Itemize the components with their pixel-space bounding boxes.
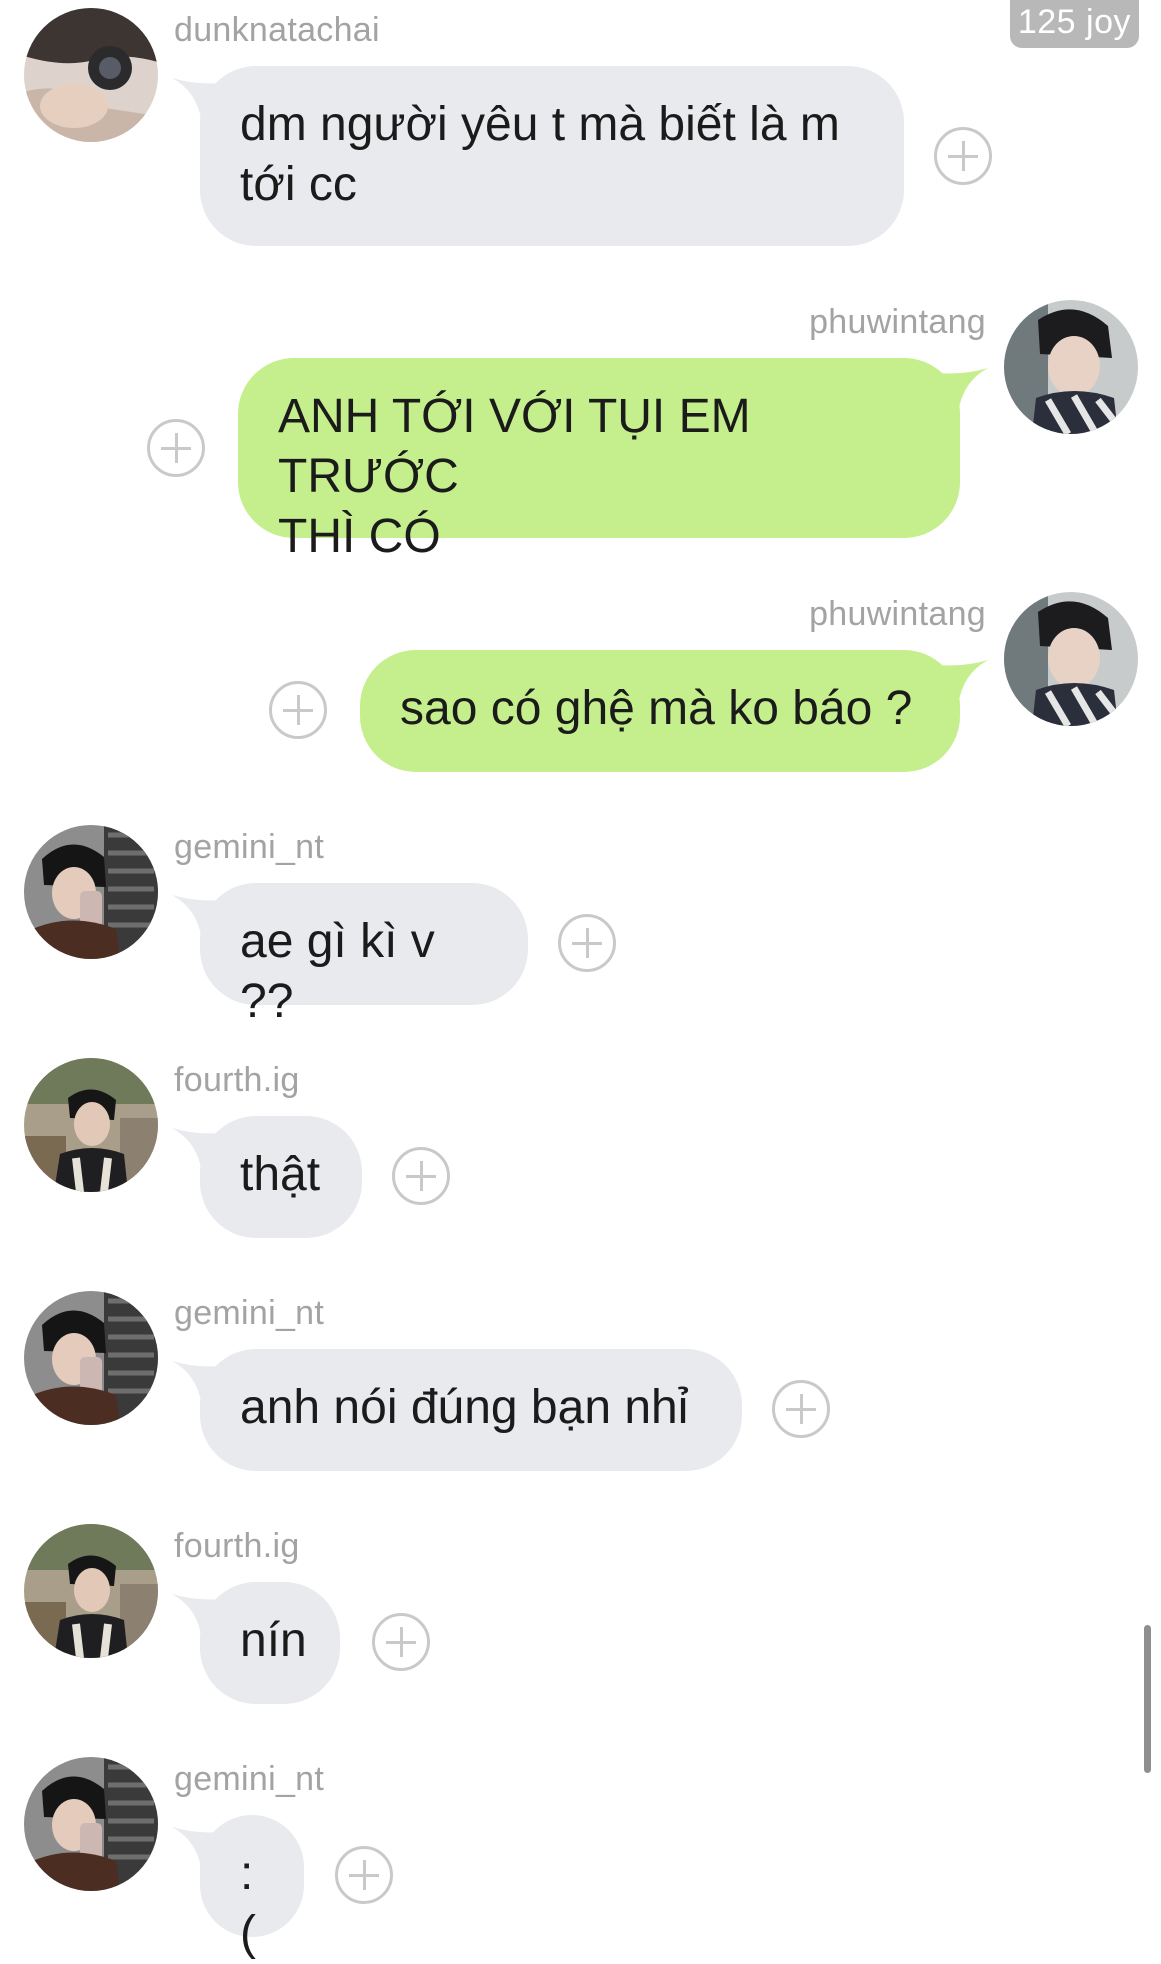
message-bubble[interactable]: thật: [200, 1116, 362, 1238]
phuwintang-avatar[interactable]: [1004, 300, 1138, 434]
message-bubble[interactable]: :(: [200, 1815, 304, 1960]
phuwintang-avatar[interactable]: [1004, 592, 1138, 726]
scrollbar[interactable]: [1144, 1625, 1151, 1773]
gemini-nt-avatar[interactable]: [24, 825, 158, 959]
dunknatachai-avatar[interactable]: [24, 8, 158, 142]
message-username: gemini_nt: [174, 828, 325, 866]
message-username: fourth.ig: [174, 1061, 300, 1099]
message-username: phuwintang: [809, 303, 986, 341]
add-reaction-icon[interactable]: [772, 1380, 830, 1438]
message-username: fourth.ig: [174, 1527, 300, 1565]
add-reaction-icon[interactable]: [372, 1613, 430, 1671]
add-reaction-icon[interactable]: [558, 914, 616, 972]
add-reaction-icon[interactable]: [934, 127, 992, 185]
add-reaction-icon[interactable]: [269, 681, 327, 739]
message-username: dunknatachai: [174, 11, 380, 49]
add-reaction-icon[interactable]: [335, 1846, 393, 1904]
message-bubble[interactable]: ae gì kì v ??: [200, 883, 528, 1028]
add-reaction-icon[interactable]: [147, 419, 205, 477]
message-username: gemini_nt: [174, 1294, 325, 1332]
message-bubble[interactable]: anh nói đúng bạn nhỉ: [200, 1349, 742, 1471]
chat-area: 125 joy dunknatachai dm người yêu t mà b…: [0, 0, 1161, 1960]
message-bubble[interactable]: sao có ghệ mà ko báo ?: [360, 650, 960, 772]
add-reaction-icon[interactable]: [392, 1147, 450, 1205]
fourth-ig-avatar[interactable]: [24, 1058, 158, 1192]
message-bubble[interactable]: dm người yêu t mà biết là m tới cc: [200, 66, 904, 246]
watermark: 125 joy: [1009, 0, 1139, 48]
gemini-nt-avatar[interactable]: [24, 1291, 158, 1425]
message-bubble[interactable]: nín: [200, 1582, 340, 1704]
gemini-nt-avatar[interactable]: [24, 1757, 158, 1891]
message-username: phuwintang: [809, 595, 986, 633]
message-bubble[interactable]: ANH TỚI VỚI TỤI EM TRƯỚC THÌ CÓ: [238, 358, 960, 563]
fourth-ig-avatar[interactable]: [24, 1524, 158, 1658]
message-username: gemini_nt: [174, 1760, 325, 1798]
